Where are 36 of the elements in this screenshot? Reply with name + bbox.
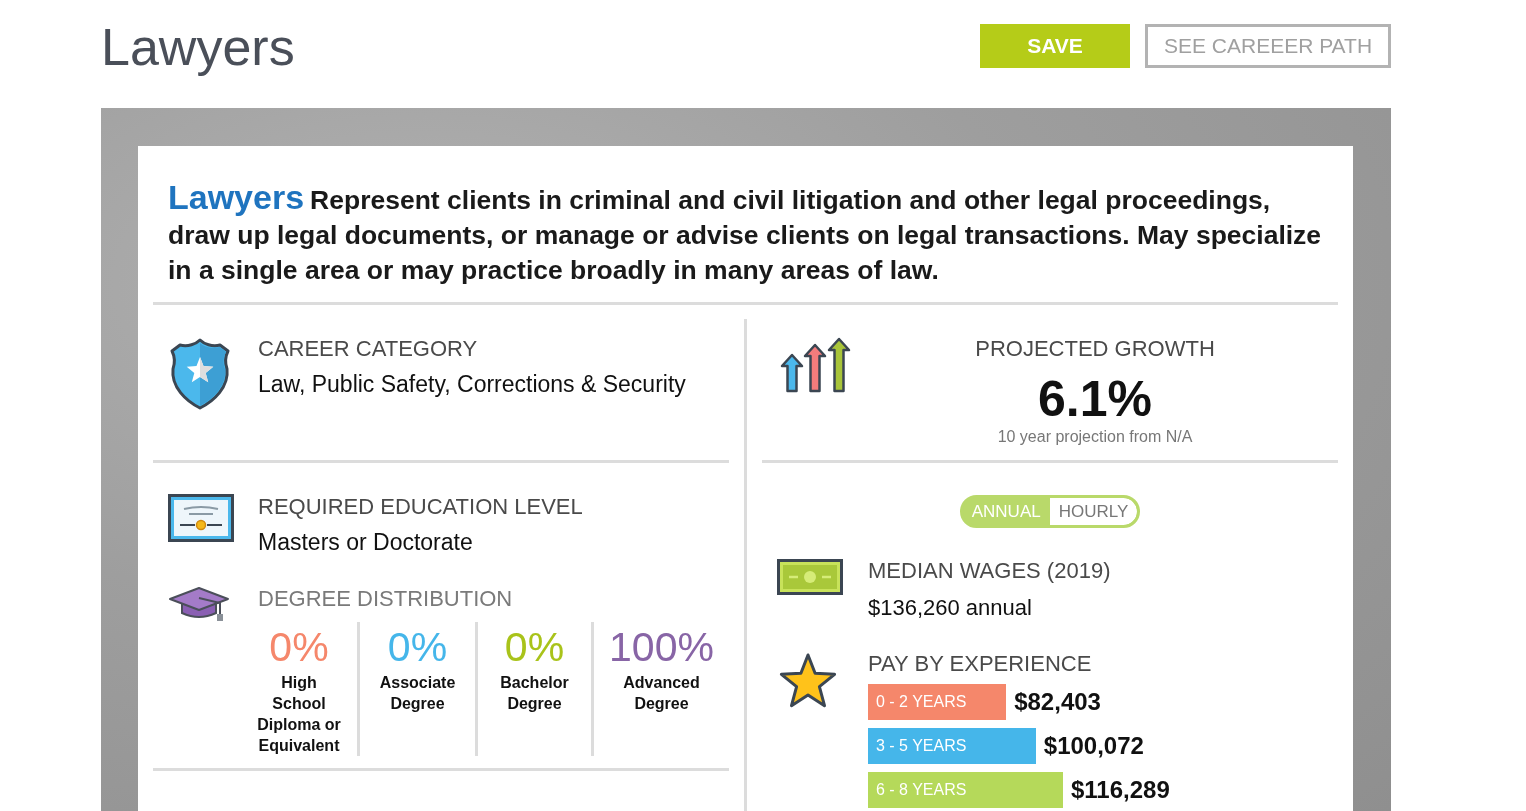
salary-value: $100,072 <box>1043 732 1144 760</box>
degree-label: Advanced Degree <box>622 673 701 714</box>
section-label: DEGREE DISTRIBUTION <box>258 585 513 613</box>
section-label: PAY BY EXPERIENCE <box>868 650 1092 678</box>
experience-bar: 0 - 2 YEARS <box>868 684 1007 720</box>
section-label: MEDIAN WAGES (2019) <box>868 557 1111 585</box>
degree-label: Bachelor Degree <box>499 673 570 714</box>
experience-bar: 6 - 8 YEARS <box>868 772 1063 808</box>
star-icon <box>777 652 839 710</box>
shield-star-icon <box>168 337 232 411</box>
salary-value: $82,403 <box>1014 688 1101 716</box>
money-bill-icon <box>777 559 843 595</box>
section-label: PROJECTED GROWTH <box>975 335 1215 363</box>
growth-value: 6.1% <box>1038 371 1152 427</box>
rising-arrows-icon <box>780 337 852 393</box>
salary-value: $116,289 <box>1071 776 1170 804</box>
degree-percent: 0% <box>269 623 329 672</box>
section-label: CAREER CATEGORY <box>258 335 478 363</box>
degree-percent: 100% <box>609 623 714 672</box>
growth-note: 10 year projection from N/A <box>997 427 1193 447</box>
section-value: Masters or Doctorate <box>258 528 473 557</box>
career-description: Lawyers Represent clients in criminal and civil litigation and other legal proceedings, draw up legal documents, or manage or advise clients on legal transactions. May specialize in a single area or may practice broadly in many areas of law. <box>168 180 1323 287</box>
degree-label: Associate Degree <box>378 673 457 714</box>
graduation-cap-icon <box>168 585 230 623</box>
wage-value: $136,260 annual <box>868 594 1032 622</box>
experience-bar: 3 - 5 YEARS <box>868 728 1036 764</box>
page-title: Lawyers <box>101 17 295 77</box>
certificate-icon <box>168 494 234 542</box>
career-path-button[interactable]: SEE CAREEER PATH <box>1145 24 1391 68</box>
degree-percent: 0% <box>387 623 448 672</box>
save-button[interactable]: SAVE <box>980 24 1130 68</box>
section-label: REQUIRED EDUCATION LEVEL <box>258 493 583 521</box>
degree-percent: 0% <box>504 623 565 672</box>
degree-label: High School Diploma or Equivalent <box>256 673 342 756</box>
toggle-option[interactable]: HOURLY <box>1049 498 1138 525</box>
section-value: Law, Public Safety, Corrections & Security <box>258 370 686 399</box>
